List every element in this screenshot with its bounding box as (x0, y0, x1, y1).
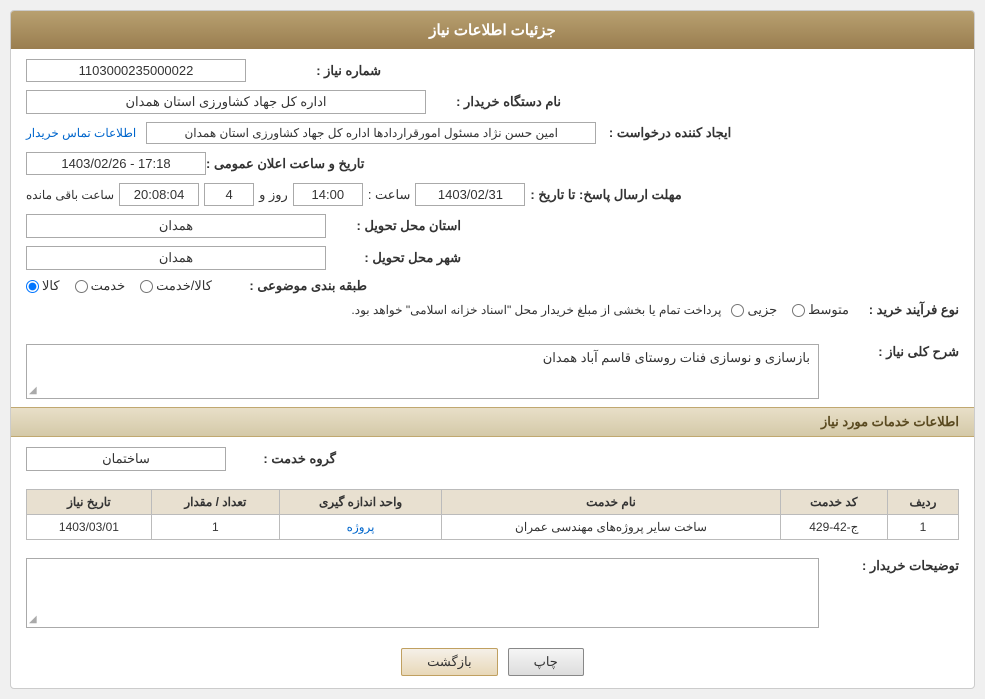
table-header-row: ردیف کد خدمت نام خدمت واحد اندازه گیری ت… (27, 490, 959, 515)
header-title: جزئیات اطلاعات نیاز (429, 22, 556, 39)
buyer-org-row: نام دستگاه خریدار : اداره کل جهاد کشاورز… (26, 90, 959, 114)
cell-date: 1403/03/01 (27, 515, 152, 540)
contact-link[interactable]: اطلاعات تماس خریدار (26, 126, 136, 140)
services-table: ردیف کد خدمت نام خدمت واحد اندازه گیری ت… (26, 489, 959, 540)
cell-row: 1 (887, 515, 958, 540)
category-label: طبقه بندی موضوعی : (227, 278, 367, 294)
description-label: شرح کلی نیاز : (829, 344, 959, 360)
purchase-mottavaset-item: متوسط (792, 302, 849, 318)
deadline-time-label: ساعت : (368, 187, 411, 203)
purchase-mottavaset-label: متوسط (808, 302, 849, 318)
buyer-comment-box: ◢ (26, 558, 819, 628)
service-info-title: اطلاعات خدمات مورد نیاز (821, 414, 959, 429)
buyer-org-label: نام دستگاه خریدار : (426, 94, 566, 110)
col-row: ردیف (887, 490, 958, 515)
city-label: شهر محل تحویل : (326, 250, 466, 266)
need-number-value: 1103000235000022 (26, 59, 246, 82)
buyer-comment-section: توضیحات خریدار : ◢ (11, 550, 974, 636)
buyer-comment-label: توضیحات خریدار : (829, 558, 959, 574)
services-table-wrapper: ردیف کد خدمت نام خدمت واحد اندازه گیری ت… (11, 484, 974, 550)
print-button[interactable]: چاپ (508, 648, 584, 676)
purchase-options: متوسط جزیی (731, 302, 849, 318)
service-group-value: ساختمان (26, 447, 226, 471)
announcement-label: تاریخ و ساعت اعلان عمومی : (206, 156, 369, 172)
deadline-days-label: روز و (259, 187, 288, 203)
purchase-jozvi-item: جزیی (731, 302, 777, 318)
info-section: شماره نیاز : 1103000235000022 نام دستگاه… (11, 49, 974, 336)
category-kala-khadamat-radio[interactable] (140, 280, 153, 293)
description-box: بازسازی و نوسازی فنات روستای قاسم آباد ه… (26, 344, 819, 399)
buyer-org-value: اداره کل جهاد کشاورزی استان همدان (26, 90, 426, 114)
need-number-row: شماره نیاز : 1103000235000022 (26, 59, 959, 82)
deadline-remaining: 20:08:04 (119, 183, 199, 206)
cell-unit: پروژه (279, 515, 441, 540)
purchase-type-row: نوع فرآیند خرید : متوسط جزیی پرداخت تمام… (26, 302, 959, 318)
card-header: جزئیات اطلاعات نیاز (11, 11, 974, 49)
province-value: همدان (26, 214, 326, 238)
col-service-code: کد خدمت (780, 490, 887, 515)
purchase-mottavaset-radio[interactable] (792, 304, 805, 317)
announcement-value: 1403/02/26 - 17:18 (26, 152, 206, 175)
resize-icon: ◢ (29, 385, 37, 396)
back-button[interactable]: بازگشت (401, 648, 497, 676)
cell-quantity: 1 (151, 515, 279, 540)
category-khadamat-label: خدمت (91, 278, 126, 294)
deadline-row: مهلت ارسال پاسخ: تا تاریخ : 1403/02/31 س… (26, 183, 959, 206)
deadline-remaining-label: ساعت باقی مانده (26, 188, 114, 202)
cell-service-name: ساخت سایر پروژه‌های مهندسی عمران (442, 515, 780, 540)
category-khadamat-radio[interactable] (75, 280, 88, 293)
purchase-jozvi-label: جزیی (747, 302, 777, 318)
category-khadamat-item: خدمت (75, 278, 126, 294)
category-kala-khadamat-item: کالا/خدمت (140, 278, 212, 294)
city-row: شهر محل تحویل : همدان (26, 246, 959, 270)
description-section: شرح کلی نیاز : بازسازی و نوسازی فنات روس… (11, 336, 974, 407)
table-row: 1 ج-42-429 ساخت سایر پروژه‌های مهندسی عم… (27, 515, 959, 540)
requester-row: ایجاد کننده درخواست : امین حسن نژاد مسئو… (26, 122, 959, 144)
announcement-row: تاریخ و ساعت اعلان عمومی : 1403/02/26 - … (26, 152, 959, 175)
category-row: طبقه بندی موضوعی : کالا/خدمت خدمت کالا (26, 278, 959, 294)
service-group-section: گروه خدمت : ساختمان (11, 437, 974, 484)
need-number-label: شماره نیاز : (246, 63, 386, 79)
category-kala-item: کالا (26, 278, 60, 294)
city-value: همدان (26, 246, 326, 270)
deadline-days: 4 (204, 183, 254, 206)
purchase-jozvi-radio[interactable] (731, 304, 744, 317)
col-unit: واحد اندازه گیری (279, 490, 441, 515)
col-quantity: تعداد / مقدار (151, 490, 279, 515)
deadline-time: 14:00 (293, 183, 363, 206)
col-date: تاریخ نیاز (27, 490, 152, 515)
cell-service-code: ج-42-429 (780, 515, 887, 540)
category-kala-khadamat-label: کالا/خدمت (156, 278, 212, 294)
purchase-type-label: نوع فرآیند خرید : (859, 302, 959, 318)
comment-resize-icon: ◢ (29, 614, 37, 625)
province-row: استان محل تحویل : همدان (26, 214, 959, 238)
province-label: استان محل تحویل : (326, 218, 466, 234)
requester-label: ایجاد کننده درخواست : (596, 125, 736, 141)
deadline-label: مهلت ارسال پاسخ: تا تاریخ : (530, 187, 681, 203)
service-group-row: گروه خدمت : ساختمان (26, 447, 959, 471)
footer-buttons: چاپ بازگشت (11, 636, 974, 688)
category-kala-label: کالا (42, 278, 60, 294)
deadline-date: 1403/02/31 (415, 183, 525, 206)
requester-value: امین حسن نژاد مسئول امورقراردادها اداره … (146, 122, 596, 144)
service-group-label: گروه خدمت : (236, 451, 336, 467)
purchase-note: پرداخت تمام یا بخشی از مبلغ خریدار محل "… (26, 303, 721, 317)
category-kala-radio[interactable] (26, 280, 39, 293)
col-service-name: نام خدمت (442, 490, 780, 515)
category-group: کالا/خدمت خدمت کالا (26, 278, 212, 294)
page-wrapper: جزئیات اطلاعات نیاز شماره نیاز : 1103000… (0, 0, 985, 699)
service-info-header: اطلاعات خدمات مورد نیاز (11, 407, 974, 437)
main-card: جزئیات اطلاعات نیاز شماره نیاز : 1103000… (10, 10, 975, 689)
description-value: بازسازی و نوسازی فنات روستای قاسم آباد ه… (543, 350, 810, 365)
